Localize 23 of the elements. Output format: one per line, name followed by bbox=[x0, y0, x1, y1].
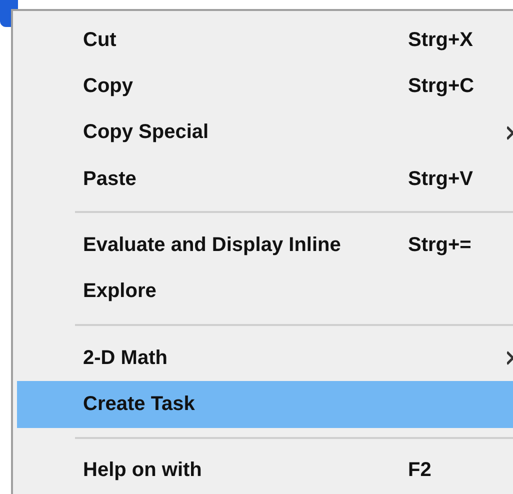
menu-item[interactable]: Help on with F2 bbox=[17, 448, 513, 494]
shortcut-label: Strg+C bbox=[408, 75, 474, 98]
menu-item[interactable]: Evaluate and Display Inline Strg+= bbox=[17, 222, 513, 269]
shortcut-label: F2 bbox=[408, 459, 432, 482]
menu-item-label: Help on with bbox=[83, 459, 203, 482]
menu-item-label: Copy bbox=[83, 75, 134, 98]
menu-item-label: Evaluate and Display Inline bbox=[83, 234, 342, 258]
menu-item[interactable]: Paste Strg+V bbox=[17, 156, 513, 202]
menu-item[interactable]: Copy Strg+C bbox=[17, 63, 513, 110]
menu-item[interactable]: Copy Special bbox=[17, 110, 513, 156]
menu-item-label: Cut bbox=[83, 28, 118, 52]
menu-item[interactable]: 2-D Math bbox=[17, 335, 513, 382]
menu-item-label: Copy Special bbox=[83, 121, 210, 144]
menu-item[interactable]: Cut Strg+X bbox=[17, 17, 513, 64]
shortcut-label: Strg+X bbox=[408, 28, 474, 52]
menu-item-label: 2-D Math bbox=[83, 346, 168, 370]
menu-item-label: Explore bbox=[83, 280, 158, 304]
shortcut-label: Strg+V bbox=[408, 168, 474, 191]
menu-item-label: Create Task bbox=[83, 393, 196, 416]
menu-item[interactable]: Create Task bbox=[17, 381, 513, 428]
menu-item-label: Paste bbox=[83, 168, 138, 191]
shortcut-label: Strg+= bbox=[408, 234, 472, 258]
menu-item[interactable]: Explore bbox=[17, 268, 513, 316]
